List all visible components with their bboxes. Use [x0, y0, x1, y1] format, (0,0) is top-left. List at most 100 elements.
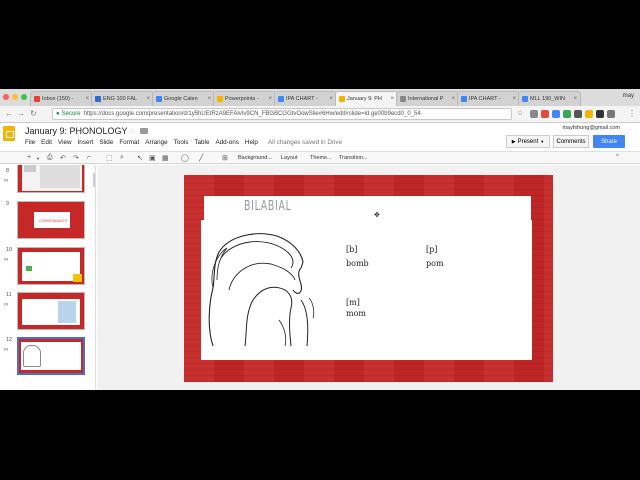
- menu-table[interactable]: Table: [194, 139, 209, 146]
- extension-icon[interactable]: [563, 110, 571, 118]
- zoom-window-button[interactable]: [21, 94, 27, 100]
- document-title[interactable]: January 9: PHONOLOGY: [25, 126, 128, 136]
- undo-icon[interactable]: ↶: [60, 154, 66, 162]
- select-icon[interactable]: ↖: [137, 154, 143, 162]
- slide-thumbnail[interactable]: [17, 292, 85, 330]
- browser-tab[interactable]: Google Calen ×: [152, 91, 215, 106]
- body-card[interactable]: [b] bomb [p] pom [m] mom: [201, 220, 532, 360]
- save-status[interactable]: All changes saved in Drive: [268, 139, 342, 146]
- toolbar: + ▼ ⎙ ↶ ↷ ⌐ ⬚ ⌕ ↖ ▣ ▦ ◯ ╱ ⊞ Background..…: [0, 151, 640, 164]
- gmail-icon: [34, 96, 40, 102]
- close-tab-icon[interactable]: ×: [268, 96, 272, 102]
- browser-tab-active[interactable]: January 9: PH ×: [335, 91, 398, 106]
- menu-tools[interactable]: Tools: [174, 139, 189, 146]
- filmstrip-scrollbar[interactable]: [93, 173, 95, 187]
- slide-canvas-area[interactable]: BILABIAL [b] bomb [p] pom [m] mom ✥: [97, 165, 640, 390]
- browser-tab[interactable]: MLL 190_WIN ×: [518, 91, 581, 106]
- tab-title: Powerpoints -: [225, 96, 259, 102]
- bookmark-star-icon[interactable]: ☆: [517, 109, 523, 117]
- collapse-toolbar-icon[interactable]: ^: [616, 154, 619, 160]
- browser-tab[interactable]: IPA CHART - ×: [274, 91, 337, 106]
- menu-view[interactable]: View: [58, 139, 72, 146]
- address-bar[interactable]: ● Secure https://docs.google.com/present…: [52, 108, 512, 120]
- profile-name[interactable]: may: [623, 93, 634, 99]
- slide-thumbnail[interactable]: [17, 337, 85, 375]
- reload-icon[interactable]: ↻: [30, 109, 37, 118]
- thumbnail-content: [24, 165, 36, 172]
- menu-format[interactable]: Format: [119, 139, 139, 146]
- paint-format-icon[interactable]: ⌐: [87, 154, 91, 161]
- extension-icon[interactable]: [530, 110, 538, 118]
- extension-icon[interactable]: [585, 110, 593, 118]
- close-tab-icon[interactable]: ×: [451, 96, 455, 102]
- close-tab-icon[interactable]: ×: [85, 96, 89, 102]
- example-word-mom[interactable]: mom: [346, 309, 366, 318]
- comments-button[interactable]: Comments: [553, 135, 589, 148]
- menu-help[interactable]: Help: [245, 139, 258, 146]
- browser-tab[interactable]: International P ×: [396, 91, 459, 106]
- slide-title[interactable]: BILABIAL: [244, 199, 292, 214]
- share-button[interactable]: Share: [593, 135, 625, 148]
- zoom-icon[interactable]: ⌕: [120, 154, 124, 162]
- close-tab-icon[interactable]: ×: [512, 96, 516, 102]
- example-word-pom[interactable]: pom: [426, 259, 444, 268]
- comment-icon[interactable]: ⊞: [222, 154, 228, 162]
- close-tab-icon[interactable]: ×: [573, 96, 577, 102]
- forward-arrow-icon[interactable]: →: [17, 109, 25, 118]
- extension-icon[interactable]: [596, 110, 604, 118]
- ipa-symbol-b[interactable]: [b]: [346, 245, 357, 254]
- current-slide[interactable]: BILABIAL [b] bomb [p] pom [m] mom ✥: [184, 175, 553, 382]
- extension-icon[interactable]: [552, 110, 560, 118]
- close-window-button[interactable]: [3, 94, 9, 100]
- line-icon[interactable]: ╱: [199, 154, 203, 162]
- menu-slide[interactable]: Slide: [99, 139, 113, 146]
- chevron-down-icon[interactable]: ▼: [36, 156, 40, 161]
- close-tab-icon[interactable]: ×: [329, 96, 333, 102]
- ipa-symbol-p[interactable]: [p]: [426, 245, 437, 254]
- text-box-icon[interactable]: ▣: [149, 154, 156, 162]
- menu-file[interactable]: File: [25, 139, 35, 146]
- slide-thumbnail[interactable]: [17, 165, 85, 193]
- transition-button[interactable]: Transition...: [339, 155, 368, 161]
- theme-button[interactable]: Theme...: [310, 155, 332, 161]
- back-arrow-icon[interactable]: ←: [5, 109, 13, 118]
- tab-title: January 9: PH: [347, 96, 382, 102]
- print-icon[interactable]: ⎙: [47, 154, 53, 162]
- folder-icon[interactable]: [140, 128, 148, 134]
- play-icon: ▶: [511, 138, 516, 145]
- slide-thumbnail[interactable]: CONSONANTS: [17, 201, 85, 239]
- browser-tab[interactable]: Powerpoints - ×: [213, 91, 276, 106]
- close-tab-icon[interactable]: ×: [146, 96, 150, 102]
- menu-add-ons[interactable]: Add-ons: [215, 139, 238, 146]
- account-email[interactable]: mayfshung@gmail.com: [562, 125, 620, 131]
- ipa-symbol-m[interactable]: [m]: [346, 298, 360, 307]
- zoom-fit-icon[interactable]: ⬚: [106, 154, 113, 162]
- minimize-window-button[interactable]: [12, 94, 18, 100]
- close-tab-icon[interactable]: ×: [207, 96, 211, 102]
- extension-icon[interactable]: [574, 110, 582, 118]
- browser-tab[interactable]: IPA CHART - ×: [457, 91, 520, 106]
- vocal-tract-diagram[interactable]: [205, 228, 317, 358]
- image-icon[interactable]: ▦: [162, 154, 169, 162]
- browser-tab[interactable]: Inbox (150) - ×: [30, 91, 93, 106]
- menu-arrange[interactable]: Arrange: [145, 139, 167, 146]
- present-button[interactable]: ▶ Present ▼: [506, 135, 550, 148]
- layout-button[interactable]: Layout: [281, 155, 298, 161]
- extension-icon[interactable]: [607, 110, 615, 118]
- redo-icon[interactable]: ↷: [73, 154, 79, 162]
- shape-icon[interactable]: ◯: [181, 154, 189, 162]
- slide-thumbnail[interactable]: [17, 247, 85, 285]
- example-word-bomb[interactable]: bomb: [346, 259, 369, 268]
- slides-logo-icon[interactable]: [3, 126, 15, 141]
- new-slide-icon[interactable]: +: [27, 154, 31, 161]
- menu-insert[interactable]: Insert: [78, 139, 94, 146]
- menu-edit[interactable]: Edit: [41, 139, 52, 146]
- navigation-bar: ← → ↻ ● Secure https://docs.google.com/p…: [0, 106, 640, 123]
- extension-icon[interactable]: [541, 110, 549, 118]
- close-tab-icon[interactable]: ×: [390, 96, 394, 102]
- browser-tab[interactable]: ENG 100 FAL ×: [91, 91, 154, 106]
- browser-menu-icon[interactable]: ⋮: [628, 109, 636, 118]
- browser-tabs: Inbox (150) - × ENG 100 FAL × Google Cale…: [30, 91, 581, 106]
- star-icon[interactable]: ☆: [128, 127, 135, 136]
- background-button[interactable]: Background...: [238, 155, 272, 161]
